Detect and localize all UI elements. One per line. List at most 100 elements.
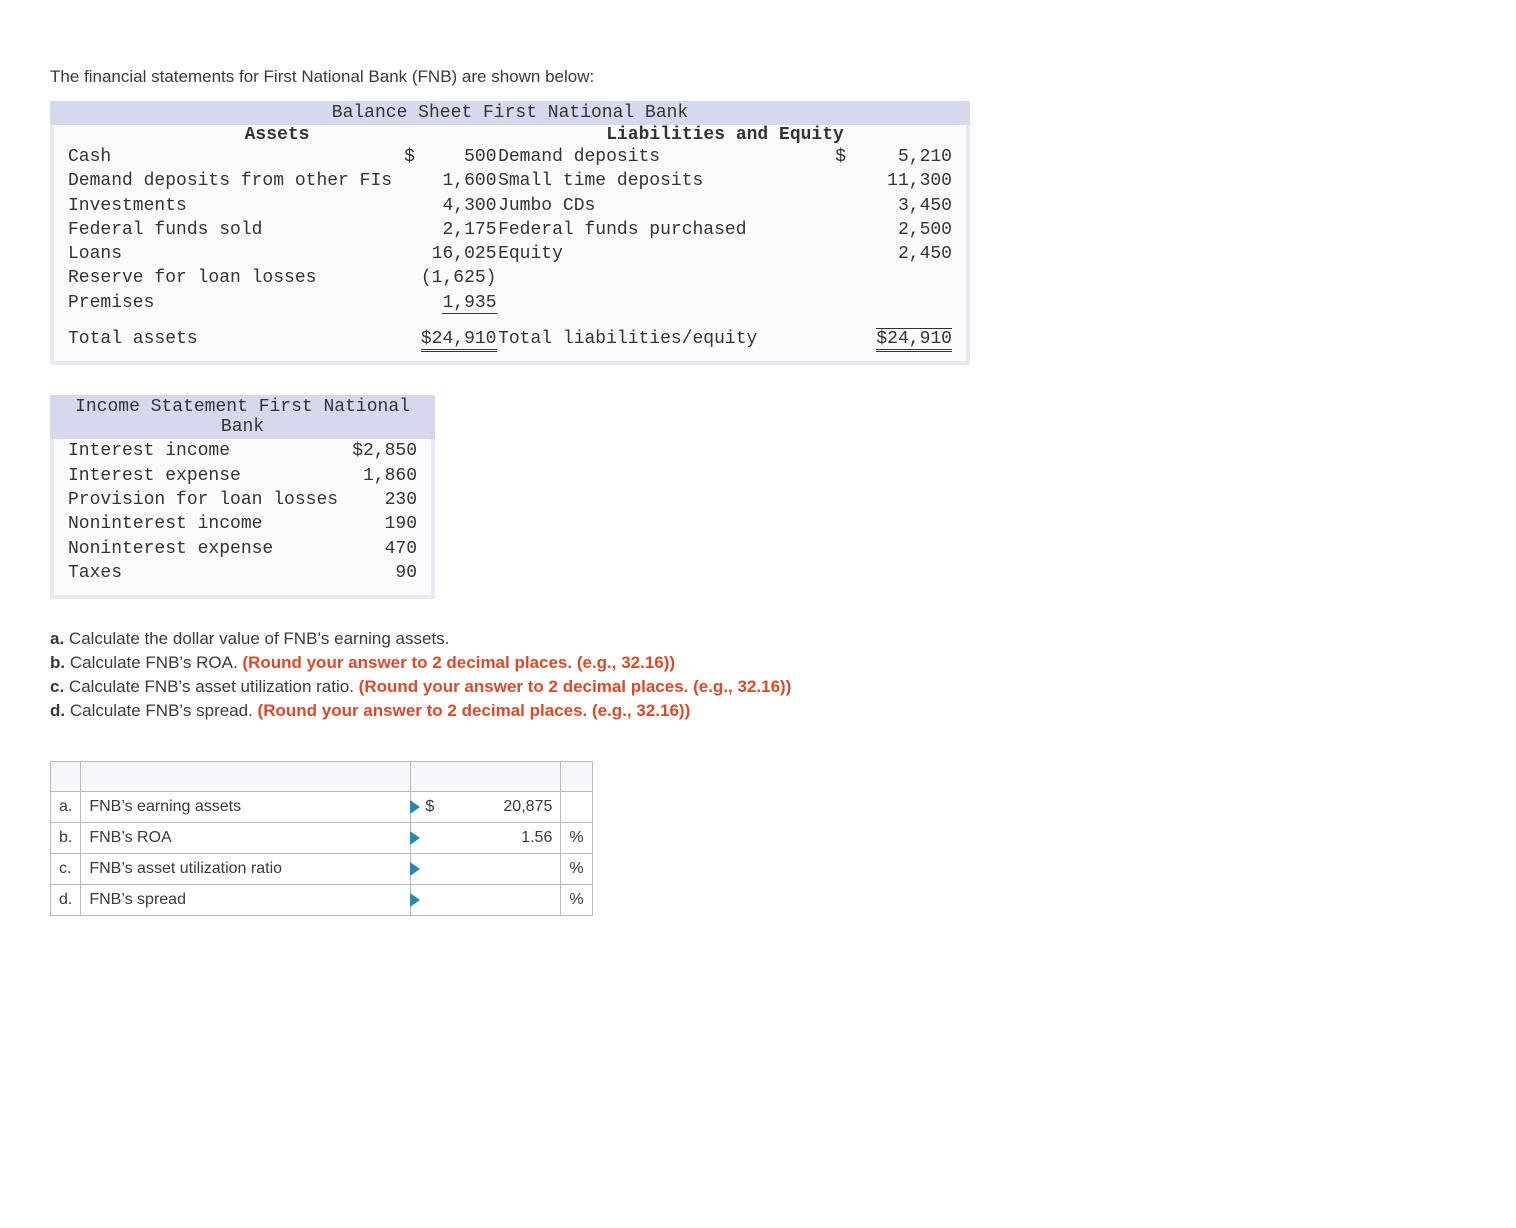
table-row: Taxes 90 bbox=[62, 561, 423, 585]
is-label: Noninterest income bbox=[62, 512, 344, 536]
assets-total-label: Total assets bbox=[62, 327, 398, 351]
asset-value: (1,625) bbox=[415, 266, 503, 290]
answer-header-row bbox=[51, 762, 593, 792]
flag-icon bbox=[410, 893, 420, 907]
answer-input-c[interactable] bbox=[411, 854, 561, 885]
table-row: Small time deposits 11,300 bbox=[492, 169, 958, 193]
asset-value: 4,300 bbox=[415, 194, 503, 218]
questions-block: a. Calculate the dollar value of FNB’s e… bbox=[50, 629, 1466, 721]
liab-label: Federal funds purchased bbox=[492, 218, 829, 242]
assets-table: Cash $ 500 Demand deposits from other FI… bbox=[62, 145, 503, 351]
answer-marker: d. bbox=[51, 885, 81, 916]
liab-value: 3,450 bbox=[846, 194, 958, 218]
question-c: c. Calculate FNB’s asset utilization rat… bbox=[50, 677, 1466, 697]
answer-input-d[interactable] bbox=[411, 885, 561, 916]
question-d: d. Calculate FNB’s spread. (Round your a… bbox=[50, 701, 1466, 721]
answer-row-c: c. FNB’s asset utilization ratio % bbox=[51, 854, 593, 885]
liab-value: 11,300 bbox=[846, 169, 958, 193]
is-label: Taxes bbox=[62, 561, 344, 585]
liab-label: Equity bbox=[492, 242, 829, 266]
asset-value: 2,175 bbox=[415, 218, 503, 242]
table-row: Demand deposits $ 5,210 bbox=[492, 145, 958, 169]
table-row: Cash $ 500 bbox=[62, 145, 503, 169]
table-row: Loans 16,025 bbox=[62, 242, 503, 266]
is-value: 90 bbox=[344, 561, 423, 585]
table-row: Interest expense 1,860 bbox=[62, 464, 423, 488]
asset-value: 16,025 bbox=[415, 242, 503, 266]
is-label: Provision for loan losses bbox=[62, 488, 344, 512]
liab-label: Small time deposits bbox=[492, 169, 829, 193]
asset-label: Demand deposits from other FIs bbox=[62, 169, 398, 193]
table-row: Demand deposits from other FIs 1,600 bbox=[62, 169, 503, 193]
currency-symbol: $ bbox=[419, 798, 434, 816]
asset-label: Federal funds sold bbox=[62, 218, 398, 242]
table-row: Premises 1,935 bbox=[62, 291, 503, 315]
answer-marker: b. bbox=[51, 823, 81, 854]
table-row: Interest income $2,850 bbox=[62, 439, 423, 463]
answer-marker: c. bbox=[51, 854, 81, 885]
is-value: 230 bbox=[344, 488, 423, 512]
answer-label: FNB’s ROA bbox=[81, 823, 411, 854]
asset-label: Reserve for loan losses bbox=[62, 266, 398, 290]
is-value: 1,860 bbox=[344, 464, 423, 488]
asset-label: Loans bbox=[62, 242, 398, 266]
table-row: Investments 4,300 bbox=[62, 194, 503, 218]
balance-sheet: Balance Sheet First National Bank Assets… bbox=[50, 101, 1466, 365]
is-label: Noninterest expense bbox=[62, 537, 344, 561]
income-statement: Income Statement First National Bank Int… bbox=[50, 395, 1466, 599]
liab-label: Demand deposits bbox=[492, 145, 829, 169]
table-row: Federal funds purchased 2,500 bbox=[492, 218, 958, 242]
answer-label: FNB’s asset utilization ratio bbox=[81, 854, 411, 885]
table-row: Reserve for loan losses (1,625) bbox=[62, 266, 503, 290]
flag-icon bbox=[410, 800, 420, 814]
liabilities-heading: Liabilities and Equity bbox=[492, 125, 958, 145]
asset-value: 500 bbox=[415, 145, 503, 169]
currency-symbol: $ bbox=[829, 145, 846, 169]
table-row bbox=[492, 266, 958, 290]
income-statement-table: Interest income $2,850 Interest expense … bbox=[62, 439, 423, 585]
table-row: Equity 2,450 bbox=[492, 242, 958, 266]
is-label: Interest income bbox=[62, 439, 344, 463]
liabilities-table: Demand deposits $ 5,210 Small time depos… bbox=[492, 145, 958, 351]
table-row: Jumbo CDs 3,450 bbox=[492, 194, 958, 218]
table-row: Noninterest expense 470 bbox=[62, 537, 423, 561]
table-row-total: Total liabilities/equity $24,910 bbox=[492, 327, 958, 351]
flag-icon bbox=[410, 831, 420, 845]
answer-row-d: d. FNB’s spread % bbox=[51, 885, 593, 916]
liab-label: Jumbo CDs bbox=[492, 194, 829, 218]
table-row: Provision for loan losses 230 bbox=[62, 488, 423, 512]
assets-heading: Assets bbox=[62, 125, 492, 145]
answer-input-a[interactable]: $ 20,875 bbox=[411, 792, 561, 823]
table-row: Noninterest income 190 bbox=[62, 512, 423, 536]
answer-row-b: b. FNB’s ROA 1.56 % bbox=[51, 823, 593, 854]
flag-icon bbox=[410, 862, 420, 876]
answer-suffix: % bbox=[561, 823, 593, 854]
liab-value: 2,450 bbox=[846, 242, 958, 266]
asset-value: 1,935 bbox=[415, 291, 503, 315]
is-value: $2,850 bbox=[344, 439, 423, 463]
is-label: Interest expense bbox=[62, 464, 344, 488]
asset-label: Cash bbox=[62, 145, 398, 169]
answer-suffix: % bbox=[561, 854, 593, 885]
income-statement-title: Income Statement First National Bank bbox=[50, 395, 435, 439]
asset-value: 1,600 bbox=[415, 169, 503, 193]
answer-label: FNB’s spread bbox=[81, 885, 411, 916]
liab-total-label: Total liabilities/equity bbox=[492, 327, 829, 351]
answer-marker: a. bbox=[51, 792, 81, 823]
answer-suffix bbox=[561, 792, 593, 823]
intro-text: The financial statements for First Natio… bbox=[50, 67, 1466, 87]
liab-total-value: $24,910 bbox=[846, 327, 958, 351]
answer-row-a: a. FNB’s earning assets $ 20,875 bbox=[51, 792, 593, 823]
table-row-total: Total assets $24,910 bbox=[62, 327, 503, 351]
answer-suffix: % bbox=[561, 885, 593, 916]
answer-table: a. FNB’s earning assets $ 20,875 b. FNB’… bbox=[50, 761, 593, 916]
assets-total-value: $24,910 bbox=[415, 327, 503, 351]
is-value: 190 bbox=[344, 512, 423, 536]
answer-input-b[interactable]: 1.56 bbox=[411, 823, 561, 854]
liab-value: 2,500 bbox=[846, 218, 958, 242]
liab-value: 5,210 bbox=[846, 145, 958, 169]
balance-sheet-title: Balance Sheet First National Bank bbox=[50, 101, 970, 125]
is-value: 470 bbox=[344, 537, 423, 561]
table-row bbox=[492, 291, 958, 315]
currency-symbol: $ bbox=[398, 145, 415, 169]
